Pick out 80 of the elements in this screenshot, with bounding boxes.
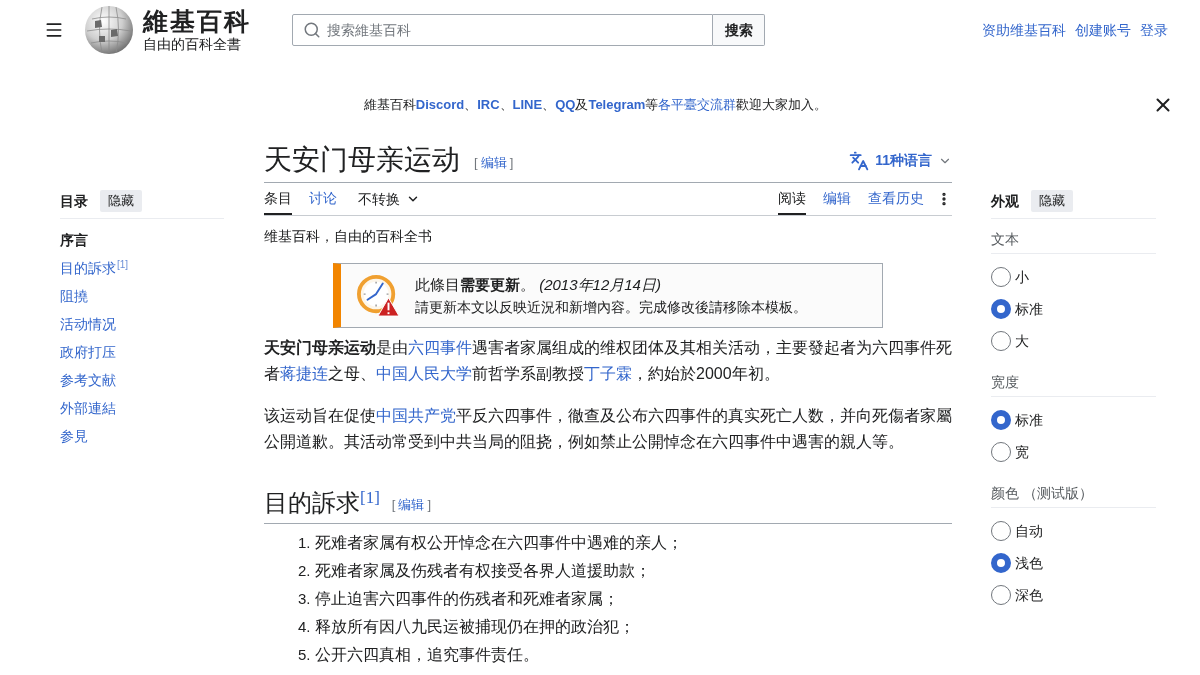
toc-item[interactable]: 活动情况 xyxy=(60,310,116,338)
tab[interactable]: 讨论 xyxy=(309,183,337,215)
header-link[interactable]: 登录 xyxy=(1140,19,1168,41)
article-link[interactable]: 蒋捷连 xyxy=(280,365,328,382)
site-name: 維基百科 xyxy=(143,7,251,36)
header-link[interactable]: 资助维基百科 xyxy=(982,19,1066,41)
tab[interactable]: 条目 xyxy=(264,183,292,215)
edit-section: [ 编辑 ] xyxy=(391,497,432,512)
banner-link[interactable]: LINE xyxy=(512,97,543,112)
banner-link[interactable]: Telegram xyxy=(588,97,646,112)
notice-text: 請更新本文以反映近況和新增內容。完成修改後請移除本模板。 xyxy=(415,298,807,317)
radio-label[interactable]: 标准 xyxy=(1015,298,1043,320)
banner-link[interactable]: Discord xyxy=(415,97,465,112)
toc-item[interactable]: 参考文献 xyxy=(60,366,116,394)
banner-link[interactable]: QQ xyxy=(555,97,576,112)
radio-label[interactable]: 宽 xyxy=(1015,441,1029,463)
banner-link[interactable]: 各平臺交流群 xyxy=(658,97,737,112)
radio-button[interactable] xyxy=(991,299,1011,319)
edit-section: [ 编辑 ] xyxy=(474,155,514,170)
hide-button[interactable]: 隐藏 xyxy=(1031,190,1073,212)
hide-button[interactable]: 隐藏 xyxy=(100,190,142,212)
list-item: 3. 停止迫害六四事件的伤残者和死难者家属； xyxy=(298,588,619,609)
radio-label[interactable]: 深色 xyxy=(1015,584,1043,606)
group-label: 文本 xyxy=(991,229,1019,249)
radio-label[interactable]: 大 xyxy=(1015,330,1029,352)
appearance-title: 外观 xyxy=(991,191,1019,211)
search-icon xyxy=(303,21,321,39)
tab[interactable]: 查看历史 xyxy=(868,183,924,215)
language-button[interactable]: 11种语言 xyxy=(849,150,952,171)
banner-text: 維基百科Discord、IRC、LINE、QQ及Telegram等各平臺交流群歡迎大家加入。 xyxy=(363,96,828,114)
list-item: 1. 死难者家属有权公开悼念在六四事件中遇难的亲人； xyxy=(298,532,683,553)
article-link[interactable]: 中国人民大学 xyxy=(376,365,472,382)
toc-item[interactable]: 阻撓 xyxy=(60,282,88,310)
toc-item[interactable]: 参見 xyxy=(60,422,88,450)
search-button[interactable]: 搜索 xyxy=(713,14,765,46)
tab[interactable]: 编辑 xyxy=(823,183,851,215)
radio-button[interactable] xyxy=(991,410,1011,430)
edit-link[interactable]: 编辑 xyxy=(480,155,507,170)
radio-label[interactable]: 自动 xyxy=(1015,520,1043,542)
tab[interactable]: 阅读 xyxy=(778,183,806,215)
menu-icon xyxy=(44,20,64,40)
radio-button[interactable] xyxy=(991,553,1011,573)
list-item: 2. 死难者家属及伤残者有权接受各界人道援助款； xyxy=(298,560,651,581)
article-link[interactable]: 中国共产党 xyxy=(376,407,456,424)
search-input[interactable]: 搜索維基百科 xyxy=(327,17,708,43)
article-link[interactable]: 六四事件 xyxy=(408,339,472,356)
toc-item[interactable]: 目的訴求$^{[1]}$ xyxy=(60,254,129,282)
page-title: 天安门母亲运动 xyxy=(264,143,460,177)
toc-item[interactable]: 政府打压 xyxy=(60,338,116,366)
search-field[interactable]: 搜索維基百科 xyxy=(292,14,713,46)
radio-button[interactable] xyxy=(991,331,1011,351)
list-item: 5. 公开六四真相，追究事件责任。 xyxy=(298,644,539,665)
translate-icon xyxy=(849,150,870,171)
toc-title: 目录 xyxy=(60,191,88,211)
toc-item[interactable]: 序言 xyxy=(60,226,88,254)
site-subtitle: 维基百科，自由的百科全书 xyxy=(264,227,432,246)
edit-link[interactable]: 编辑 xyxy=(398,497,425,512)
article-link[interactable]: 丁子霖 xyxy=(584,365,632,382)
toc-item[interactable]: 外部連結 xyxy=(60,394,116,422)
group-label: 颜色 （测试版） xyxy=(991,483,1093,503)
section-heading: 目的訴求$^{[1]}$ xyxy=(264,487,380,518)
radio-label[interactable]: 标准 xyxy=(1015,409,1043,431)
radio-label[interactable]: 浅色 xyxy=(1015,552,1043,574)
radio-button[interactable] xyxy=(991,442,1011,462)
group-label: 宽度 xyxy=(991,372,1019,392)
radio-button[interactable] xyxy=(991,267,1011,287)
paragraph: 天安门母亲运动是由六四事件遇害者家属组成的维权团体及其相关活动，主要發起者为六四事件死者蒋捷连之母、中国人民大学前哲学系副教授丁子霖，約始於2000年初。 xyxy=(264,338,952,384)
puzzle-globe-icon xyxy=(85,6,133,54)
footnote-link[interactable]: [1] xyxy=(360,487,380,507)
radio-button[interactable] xyxy=(991,585,1011,605)
radio-label[interactable]: 小 xyxy=(1015,266,1029,288)
variant-dropdown[interactable]: 不转换 xyxy=(358,183,420,215)
list-item: 4. 释放所有因八九民运被捕现仍在押的政治犯； xyxy=(298,616,635,637)
notice-title: 此條目需要更新。 (2013年12月14日) xyxy=(415,275,662,295)
site-tagline: 自由的百科全書 xyxy=(143,35,242,53)
paragraph: 该运动旨在促使中国共产党平反六四事件，徹查及公布六四事件的真实死亡人数，并向死傷者家屬公開道歉。其活动常受到中共当局的阻挠，例如禁止公開悼念在六四事件中遇害的親人等。 xyxy=(264,406,952,452)
radio-button[interactable] xyxy=(991,521,1011,541)
banner-link[interactable]: IRC xyxy=(477,97,500,112)
header-link[interactable]: 创建账号 xyxy=(1075,19,1131,41)
clock-warning-icon xyxy=(357,274,399,317)
